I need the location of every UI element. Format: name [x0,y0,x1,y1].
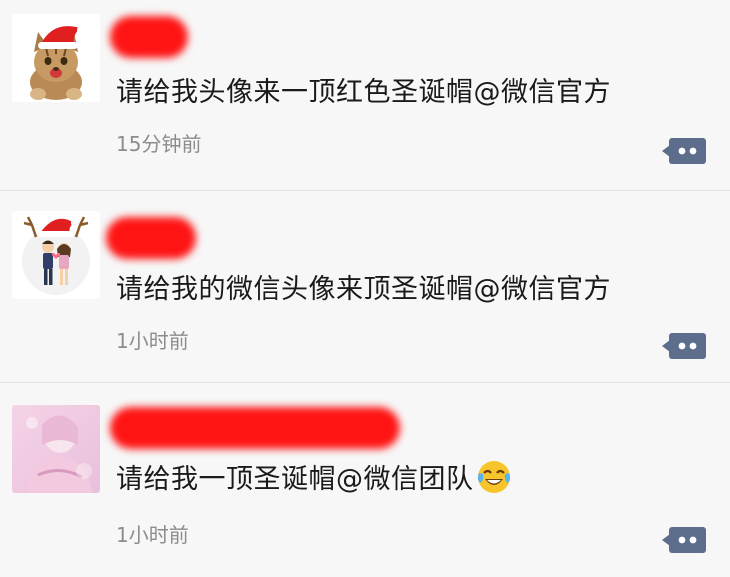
feed-post: 请给我一顶圣诞帽@微信团队 1小时前 [0,383,730,577]
post-timestamp: 1小时前 [116,329,189,353]
avatar[interactable] [12,405,100,493]
feed-post: 请给我的微信头像来顶圣诞帽@微信官方 1小时前 [0,191,730,381]
moments-comment-feed: 请给我头像来一顶红色圣诞帽@微信官方 15分钟前 请给我的微信头像来顶圣诞帽@微… [0,0,730,577]
pink-photo-avatar-icon [12,405,100,493]
post-text: 请给我的微信头像来顶圣诞帽@微信官方 [116,274,611,305]
comment-dots-icon [662,138,706,164]
post-text: 请给我一顶圣诞帽@微信团队 [116,457,512,496]
post-timestamp: 15分钟前 [116,132,202,156]
post-text: 请给我头像来一顶红色圣诞帽@微信官方 [116,77,611,108]
comment-button[interactable] [662,331,706,361]
comment-button[interactable] [662,136,706,166]
redacted-username [110,16,188,58]
redacted-username [106,217,196,259]
post-text-content: 请给我一顶圣诞帽@微信团队 [116,464,474,495]
comment-dots-icon [662,527,706,553]
couple-cartoon-with-antlers-icon [12,211,100,299]
comment-dots-icon [662,333,706,359]
avatar[interactable] [12,14,100,102]
crying-laughing-emoji-icon [477,460,510,493]
avatar[interactable] [12,211,100,299]
comment-button[interactable] [662,525,706,555]
cat-with-santa-hat-icon [12,14,100,102]
post-timestamp: 1小时前 [116,523,189,547]
feed-post: 请给我头像来一顶红色圣诞帽@微信官方 15分钟前 [0,0,730,190]
redacted-username [110,407,400,449]
